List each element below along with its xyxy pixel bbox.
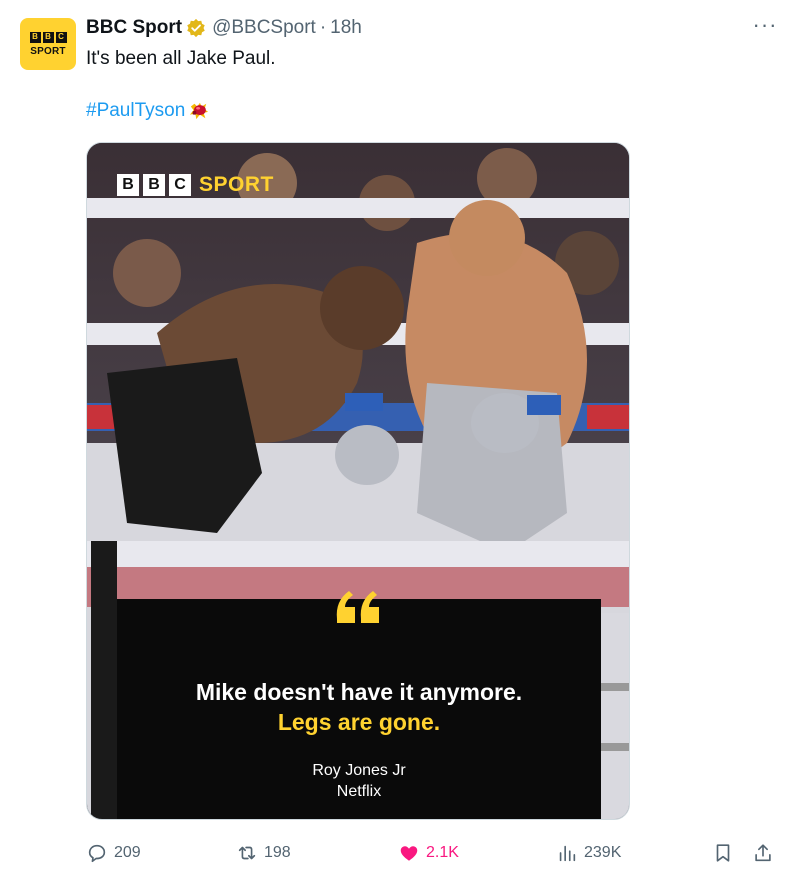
logo-block: B — [117, 174, 139, 196]
heart-filled-icon — [400, 846, 418, 861]
reply-count: 209 — [114, 844, 141, 861]
bookmark-icon — [716, 844, 730, 862]
avatar-block: B — [42, 31, 54, 43]
bbc-sport-logo: B B C SPORT — [117, 173, 274, 197]
author-handle[interactable]: @BBCSport — [212, 17, 316, 39]
boxing-glove-icon — [188, 101, 210, 121]
timestamp[interactable]: 18h — [330, 17, 362, 39]
like-button[interactable]: 2.1K — [398, 838, 459, 868]
quote-attribution-source: Netflix — [336, 783, 382, 800]
repost-icon — [238, 846, 256, 860]
quote-attribution-name: Roy Jones Jr — [312, 762, 406, 779]
reply-button[interactable]: 209 — [86, 838, 141, 868]
hashtag-link[interactable]: #PaulTyson — [86, 100, 185, 122]
quote-text-line1: Mike doesn't have it anymore. — [195, 679, 523, 705]
more-options-icon[interactable]: ··· — [752, 14, 778, 38]
avatar-word: SPORT — [30, 45, 66, 57]
logo-word: SPORT — [199, 173, 274, 196]
author-name[interactable]: BBC Sport — [86, 17, 182, 39]
tweet-text: It's been all Jake Paul. — [86, 48, 276, 69]
hashtag-line: #PaulTyson — [86, 100, 210, 122]
repost-button[interactable]: 198 — [236, 838, 291, 868]
logo-block: C — [169, 174, 191, 196]
like-count: 2.1K — [426, 844, 459, 861]
reply-icon — [88, 844, 106, 863]
bookmark-button[interactable] — [712, 838, 740, 868]
separator: · — [319, 17, 327, 38]
avatar-block: C — [55, 31, 67, 43]
avatar[interactable]: B B C SPORT — [20, 18, 76, 70]
media-image[interactable]: B B C SPORT Mike doesn't have it anymore… — [86, 142, 630, 820]
avatar-block: B — [29, 31, 41, 43]
analytics-icon — [559, 845, 576, 862]
action-bar: 209 198 2.1K 239K — [86, 838, 778, 868]
repost-count: 198 — [264, 844, 291, 861]
views-button[interactable]: 239K — [556, 838, 621, 868]
quote-text-line2: Legs are gone. — [277, 709, 441, 735]
share-icon — [755, 844, 771, 862]
views-count: 239K — [584, 844, 622, 861]
avatar-logo-blocks: B B C — [29, 31, 67, 43]
quote-mark-icon — [336, 591, 379, 623]
logo-block: B — [143, 174, 165, 196]
share-button[interactable] — [752, 838, 780, 868]
tweet-header: BBC Sport @BBCSport · 18h — [86, 16, 362, 40]
verified-badge-icon[interactable] — [186, 18, 206, 38]
quote-card: Mike doesn't have it anymore. Legs are g… — [117, 591, 601, 819]
